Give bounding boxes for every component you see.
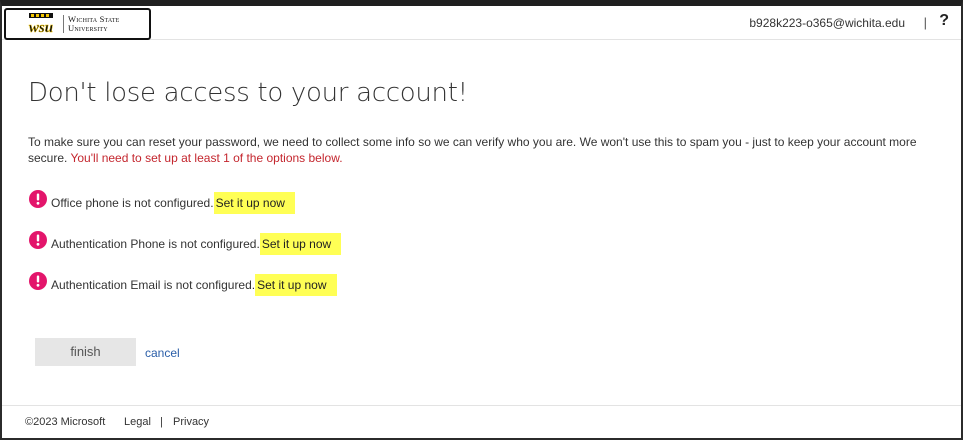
wsu-logo[interactable]: wsu Wichita State University [4, 8, 151, 40]
privacy-link[interactable]: Privacy [173, 416, 209, 428]
signed-in-user-email[interactable]: b928k223-o365@wichita.edu [749, 16, 905, 30]
setup-office-phone-link[interactable]: Set it up now [213, 192, 295, 214]
page-title: Don't lose access to your account! [28, 78, 468, 108]
setup-auth-email-link[interactable]: Set it up now [255, 274, 337, 296]
alert-icon [29, 231, 47, 249]
main-content: Don't lose access to your account! To ma… [28, 78, 938, 166]
legal-link[interactable]: Legal [124, 416, 151, 428]
list-item-auth-phone: Authentication Phone is not configured. … [29, 231, 342, 255]
alert-icon [29, 272, 47, 290]
office-phone-status: Office phone is not configured. [51, 196, 214, 210]
intro-text: To make sure you can reset your password… [28, 134, 938, 166]
auth-email-status: Authentication Email is not configured. [51, 278, 256, 292]
cancel-link[interactable]: cancel [145, 346, 180, 360]
footer-separator: | [160, 416, 163, 428]
copyright-text: ©2023 Microsoft [25, 416, 106, 428]
setup-auth-phone-link[interactable]: Set it up now [259, 233, 342, 255]
header-separator: | [923, 15, 927, 30]
svg-text:wsu: wsu [29, 20, 53, 35]
list-item-auth-email: Authentication Email is not configured. … [29, 272, 337, 296]
window-frame [0, 0, 963, 440]
help-button[interactable]: ? [939, 12, 949, 30]
wsu-shocker-icon: wsu [24, 13, 58, 35]
intro-warning: You'll need to set up at least 1 of the … [70, 151, 343, 165]
logo-wordmark: Wichita State University [63, 15, 120, 33]
finish-button[interactable]: finish [35, 338, 136, 366]
list-item-office-phone: Office phone is not configured. Set it u… [29, 190, 295, 214]
alert-icon [29, 190, 47, 208]
top-bar: wsu Wichita State University b928k223-o3… [2, 6, 961, 40]
footer: ©2023 Microsoft Legal | Privacy [2, 405, 961, 438]
auth-phone-status: Authentication Phone is not configured. [51, 237, 260, 251]
